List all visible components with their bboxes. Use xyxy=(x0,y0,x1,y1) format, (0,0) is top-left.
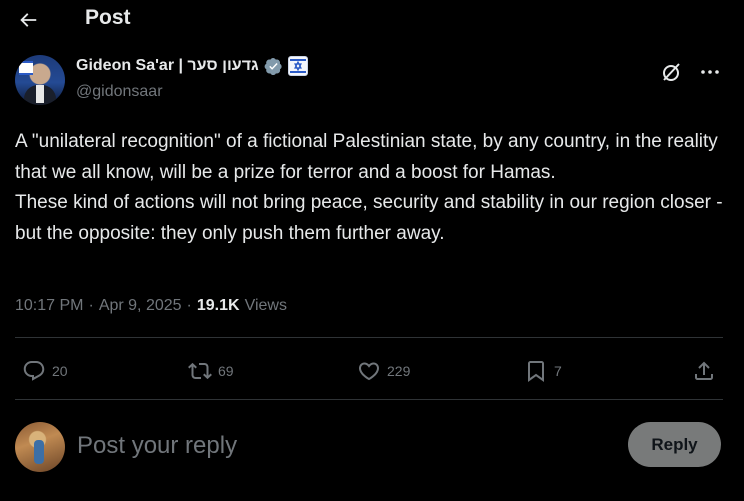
like-action[interactable]: 229 xyxy=(357,355,410,387)
like-count: 229 xyxy=(387,363,411,379)
author-line: Gideon Sa'ar | גדעון סער xyxy=(76,56,308,76)
action-bar: 20 69 229 7 xyxy=(0,355,744,387)
repost-action[interactable]: 69 xyxy=(188,355,234,387)
reply-input[interactable] xyxy=(77,428,607,464)
post-time[interactable]: 10:17 PM xyxy=(15,297,83,315)
avatar-flag xyxy=(19,61,33,75)
more-options-button[interactable] xyxy=(698,60,722,84)
reply-count: 20 xyxy=(52,363,68,379)
avatar-figure xyxy=(34,440,44,464)
repost-count: 69 xyxy=(218,363,234,379)
grok-button[interactable] xyxy=(660,60,684,84)
author-handle[interactable]: @gidonsaar xyxy=(76,83,163,101)
back-button[interactable] xyxy=(14,6,42,34)
meta-separator: · xyxy=(88,297,94,314)
author-avatar[interactable] xyxy=(15,55,65,105)
israel-flag-badge-icon[interactable] xyxy=(287,56,308,76)
reply-icon xyxy=(23,361,45,381)
meta-separator: · xyxy=(186,297,192,314)
bookmark-icon xyxy=(528,361,544,382)
post-text: A "unilateral recognition" of a fictiona… xyxy=(15,131,723,244)
more-horizontal-icon xyxy=(701,70,719,74)
bookmark-count: 7 xyxy=(554,363,562,379)
views-label: Views xyxy=(244,297,287,314)
post-date[interactable]: Apr 9, 2025 xyxy=(99,297,182,315)
reply-action[interactable]: 20 xyxy=(22,355,68,387)
repost-icon xyxy=(188,362,212,380)
bookmark-action[interactable]: 7 xyxy=(524,355,562,387)
arrow-left-icon xyxy=(20,13,37,27)
post-meta: 10:17 PM · Apr 9, 2025 · 19.1K Views xyxy=(15,297,287,315)
author-display-name[interactable]: Gideon Sa'ar | גדעון סער xyxy=(76,57,259,75)
heart-icon xyxy=(358,362,380,381)
grok-icon xyxy=(663,63,680,81)
views-count: 19.1K xyxy=(196,297,240,314)
page-title: Post xyxy=(85,6,131,29)
divider xyxy=(15,399,723,400)
verified-badge-icon[interactable] xyxy=(264,57,283,76)
reply-button[interactable]: Reply xyxy=(628,422,721,467)
user-avatar[interactable] xyxy=(15,422,65,472)
avatar-shirt xyxy=(36,85,44,103)
header-bar: Post xyxy=(0,0,744,40)
share-icon xyxy=(695,361,713,380)
share-action[interactable] xyxy=(692,355,716,387)
divider xyxy=(15,337,723,338)
